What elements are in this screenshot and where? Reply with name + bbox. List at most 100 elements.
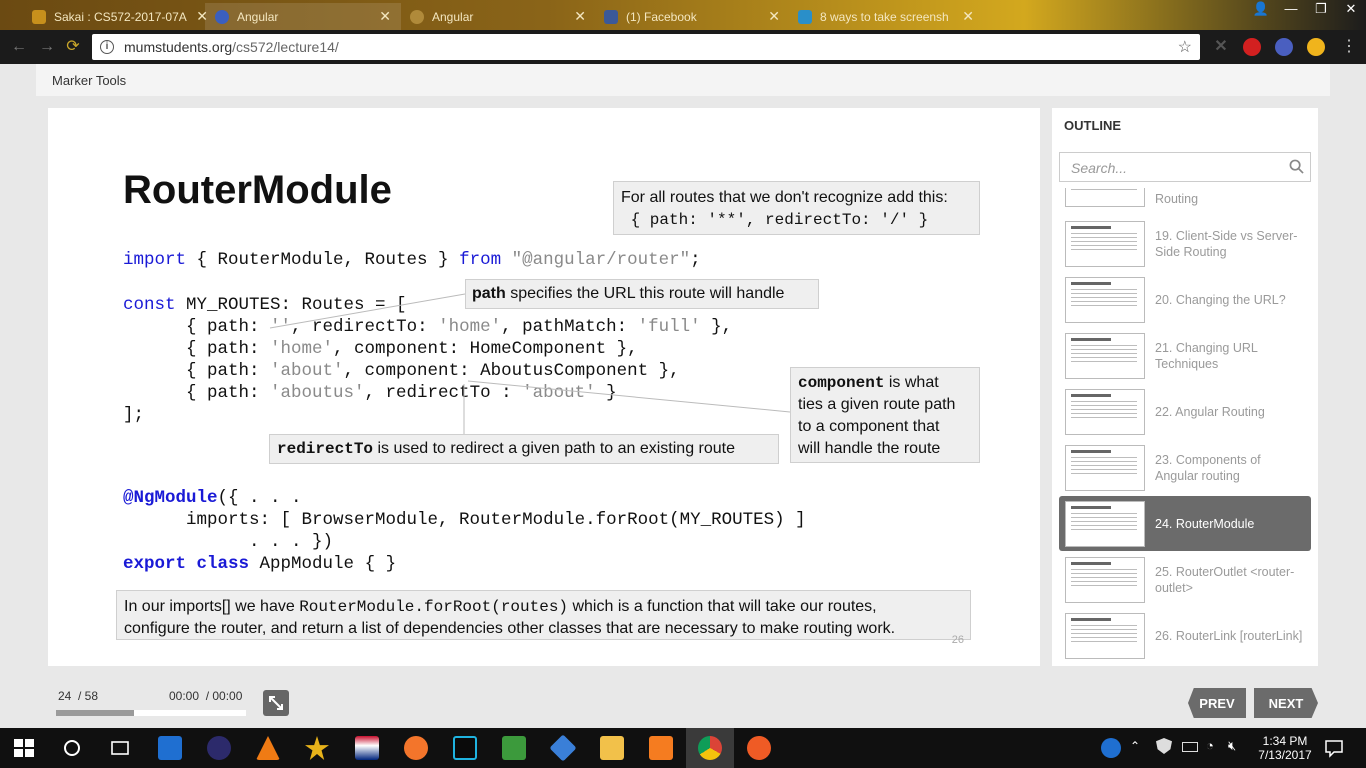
r-extension-icon[interactable] [1275, 38, 1293, 56]
time-display: 00:00 / 00:00 [169, 689, 243, 703]
slide-thumbnail [1065, 500, 1145, 547]
summary-text: which is a function that will take our r… [568, 598, 877, 615]
code-line: . . . }) [123, 532, 334, 552]
browser-toolbar: ← → ⟳ i mumstudents.org/cs572/lecture14/… [0, 30, 1366, 64]
site-info-icon[interactable]: i [100, 40, 114, 54]
star-app-icon[interactable] [305, 736, 329, 760]
prev-button[interactable]: PREV [1188, 688, 1246, 718]
slide-thumbnail [1065, 188, 1145, 207]
outline-item-22[interactable]: 22. Angular Routing [1059, 384, 1311, 439]
c-extension-icon[interactable] [1307, 38, 1325, 56]
notifications-icon[interactable] [1322, 736, 1346, 760]
callout-path-text: specifies the URL this route will handle [505, 285, 785, 302]
code-line: @NgModule({ . . . [123, 487, 806, 509]
clock-date: 7/13/2017 [1258, 748, 1312, 762]
close-tab-icon[interactable]: ✕ [962, 8, 974, 25]
code-module-block: @NgModule({ . . . imports: [ BrowserModu… [123, 487, 806, 575]
wifi-icon[interactable]: ◔ [1206, 739, 1214, 753]
code-text: AppModule { } [249, 554, 397, 574]
close-tab-icon[interactable]: ✕ [574, 8, 586, 25]
summary-code: RouterModule.forRoot(routes) [299, 598, 569, 616]
back-arrow-icon[interactable]: ← [8, 36, 30, 58]
outline-item-24-current[interactable]: 24. RouterModule [1059, 496, 1311, 551]
outline-item-label: 19. Client-Side vs Server-Side Routing [1155, 228, 1298, 259]
code-text: ({ . . . [217, 488, 302, 508]
volume-muted-icon[interactable]: 🔇︎ [1228, 739, 1236, 753]
browser-tab-sakai[interactable]: Sakai : CS572-2017-07A ✕ [22, 3, 218, 30]
chevron-up-icon[interactable]: ⌃ [1130, 739, 1140, 753]
postman-icon[interactable] [747, 736, 771, 760]
bookmark-star-icon[interactable]: ☆ [1178, 37, 1192, 57]
firefox-icon[interactable] [404, 736, 428, 760]
slide-counter: 24 / 58 [58, 689, 99, 703]
summary-text: In our imports[] we have [124, 598, 300, 615]
search-icon[interactable] [1289, 159, 1304, 174]
browser-tab-facebook[interactable]: (1) Facebook ✕ [594, 3, 790, 30]
callout-path: path specifies the URL this route will h… [465, 279, 819, 309]
outline-search-input[interactable]: Search... [1059, 152, 1311, 182]
shield-tray-icon[interactable] [1156, 738, 1172, 754]
outline-title: OUTLINE [1064, 118, 1122, 133]
outline-panel: OUTLINE Search... Routing 19. Client-Sid… [1052, 108, 1318, 666]
url-host: mumstudents.org [124, 39, 233, 55]
callout-text: ties a given route path [798, 396, 956, 413]
article-favicon-icon [798, 9, 812, 24]
outline-item-partial[interactable]: Routing [1059, 188, 1311, 211]
close-window-icon[interactable]: ✕ [1336, 0, 1366, 20]
callout-text: will handle the route [798, 440, 941, 457]
cortana-icon[interactable] [60, 736, 84, 760]
menu-dots-icon[interactable]: ⋮ [1338, 36, 1360, 58]
flag-app-icon[interactable] [355, 736, 379, 760]
vlc-icon[interactable] [256, 736, 280, 760]
next-button[interactable]: NEXT [1254, 688, 1318, 718]
summary-line1: In our imports[] we have RouterModule.fo… [124, 596, 963, 618]
browser-tab-angular[interactable]: Angular ✕ [400, 3, 596, 30]
tab-title: (1) Facebook [626, 9, 697, 24]
close-tab-icon[interactable]: ✕ [379, 8, 391, 25]
dropbox-icon[interactable] [158, 736, 182, 760]
help-tray-icon[interactable] [1101, 738, 1121, 758]
outline-item-21[interactable]: 21. Changing URL Techniques [1059, 328, 1311, 383]
summary-line2: configure the router, and return a list … [124, 620, 896, 637]
outline-item-19[interactable]: 19. Client-Side vs Server-Side Routing [1059, 216, 1311, 271]
spreadsheet-icon[interactable] [502, 736, 526, 760]
start-icon[interactable] [12, 736, 36, 760]
expand-icon [269, 696, 283, 710]
progress-bar[interactable] [56, 710, 246, 716]
chrome-icon[interactable] [698, 736, 722, 760]
address-bar[interactable]: i mumstudents.org/cs572/lecture14/ ☆ [92, 34, 1200, 60]
callout-redirect-text: is used to redirect a given path to an e… [373, 440, 736, 457]
fullscreen-button[interactable] [263, 690, 289, 716]
forward-arrow-icon[interactable]: → [36, 36, 58, 58]
outline-item-23[interactable]: 23. Components of Angular routing [1059, 440, 1311, 495]
battery-icon[interactable] [1182, 742, 1198, 752]
eclipse-icon[interactable] [207, 736, 231, 760]
minimize-icon[interactable]: — [1276, 0, 1306, 20]
browser-tab-screenshot[interactable]: 8 ways to take screensh ✕ [788, 3, 984, 30]
player-bar: 24 / 58 00:00 / 00:00 PREV NEXT [0, 676, 1366, 728]
close-tab-icon[interactable]: ✕ [768, 8, 780, 25]
xampp-icon[interactable] [649, 736, 673, 760]
outline-item-20[interactable]: 20. Changing the URL? [1059, 272, 1311, 327]
gear-favicon-icon [410, 9, 424, 24]
task-view-icon[interactable] [108, 736, 132, 760]
clock-time: 1:34 PM [1262, 734, 1308, 748]
webstorm-icon[interactable] [453, 736, 477, 760]
restore-icon[interactable]: ❐ [1306, 0, 1336, 20]
ublock-extension-icon[interactable] [1243, 38, 1261, 56]
outline-item-26[interactable]: 26. RouterLink [routerLink] [1059, 608, 1311, 662]
code-keyword: class [196, 554, 250, 574]
slide-thumbnail [1065, 444, 1145, 491]
clock[interactable]: 1:34 PM 7/13/2017 [1250, 734, 1320, 762]
outline-item-label: 22. Angular Routing [1155, 404, 1265, 419]
git-icon[interactable] [549, 734, 577, 762]
browser-tab-angular-active[interactable]: Angular ✕ [205, 3, 401, 30]
callout-component-line1: component is what [798, 372, 972, 394]
x-extension-icon[interactable]: ✕ [1212, 38, 1230, 56]
user-profile-icon[interactable]: 👤 [1246, 0, 1276, 20]
window-controls: 👤 — ❐ ✕ [1246, 0, 1366, 22]
file-explorer-icon[interactable] [600, 736, 624, 760]
page-title: Marker Tools [52, 73, 127, 88]
reload-icon[interactable]: ⟳ [62, 36, 84, 58]
outline-item-25[interactable]: 25. RouterOutlet <router-outlet> [1059, 552, 1311, 607]
